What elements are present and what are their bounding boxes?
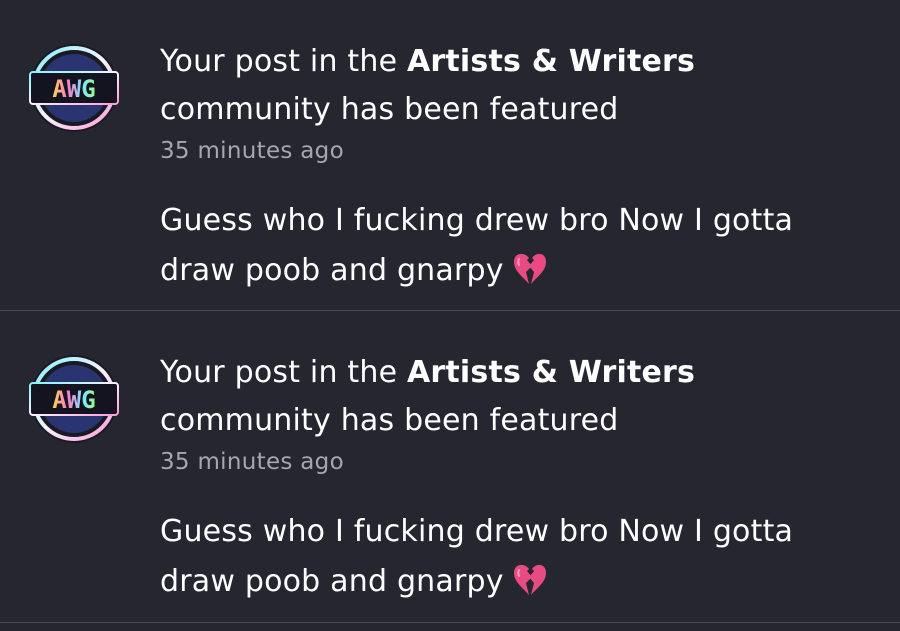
avatar-label: AWG: [52, 386, 95, 414]
community-avatar[interactable]: AWG: [28, 42, 120, 134]
notification-headline: Your post in the Artists & Writers commu…: [160, 38, 870, 134]
post-text[interactable]: Guess who I fucking drew bro Now I gotta…: [160, 507, 870, 607]
post-text-content: Guess who I fucking drew bro Now I gotta…: [160, 514, 794, 599]
timestamp: 35 minutes ago: [160, 449, 344, 475]
community-avatar[interactable]: AWG: [28, 353, 120, 445]
awg-community-icon: AWG: [29, 355, 119, 443]
notification-content: Your post in the Artists & Writers commu…: [160, 38, 870, 296]
timestamp: 35 minutes ago: [160, 138, 344, 164]
notification-content: Your post in the Artists & Writers commu…: [160, 349, 870, 607]
community-name[interactable]: Artists & Writers: [407, 355, 695, 390]
headline-prefix: Your post in the: [160, 44, 407, 79]
headline-suffix: community has been featured: [160, 403, 619, 438]
headline-prefix: Your post in the: [160, 355, 407, 390]
community-name[interactable]: Artists & Writers: [407, 44, 695, 79]
notification-item[interactable]: AWG Your post in the Artists & Writers c…: [0, 311, 900, 623]
awg-community-icon: AWG: [29, 44, 119, 132]
notification-item[interactable]: AWG Your post in the Artists & Writers c…: [0, 0, 900, 311]
avatar-label: AWG: [52, 75, 95, 103]
broken-heart-icon: [513, 564, 546, 595]
headline-suffix: community has been featured: [160, 92, 619, 127]
notification-headline: Your post in the Artists & Writers commu…: [160, 349, 870, 445]
broken-heart-icon: [513, 253, 546, 284]
post-text-content: Guess who I fucking drew bro Now I gotta…: [160, 203, 794, 288]
post-text[interactable]: Guess who I fucking drew bro Now I gotta…: [160, 196, 870, 296]
notification-feed: AWG Your post in the Artists & Writers c…: [0, 0, 900, 631]
